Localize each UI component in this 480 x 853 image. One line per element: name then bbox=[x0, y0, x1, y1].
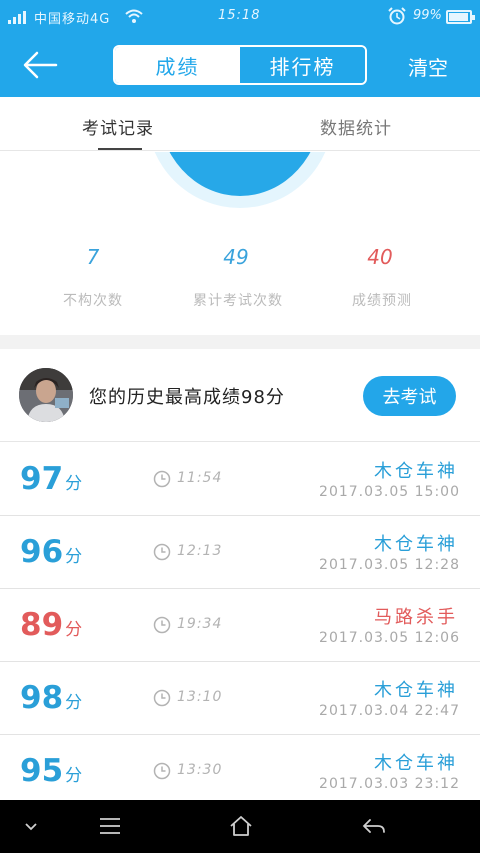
stat-value-predicted-score: 40 bbox=[367, 245, 393, 269]
score-value: 97 bbox=[20, 461, 64, 497]
header-segment-control: 成绩 排行榜 bbox=[113, 45, 367, 85]
record-score: 95 分 bbox=[20, 753, 82, 789]
record-duration: 11:54 bbox=[177, 470, 223, 486]
best-score-row: 您的历史最高成绩98分 去考试 bbox=[0, 349, 480, 442]
clock-time: 15:18 bbox=[218, 8, 261, 23]
clock-icon bbox=[153, 470, 171, 488]
tab-exam-records[interactable]: 考试记录 bbox=[82, 114, 154, 139]
wifi-icon bbox=[125, 9, 143, 23]
record-score: 98 分 bbox=[20, 680, 82, 716]
score-unit: 分 bbox=[65, 620, 83, 640]
battery-percent: 99% bbox=[413, 8, 442, 23]
record-date: 2017.03.05 15:00 bbox=[319, 484, 460, 500]
clear-button[interactable]: 清空 bbox=[408, 52, 448, 81]
tab-score[interactable]: 成绩 bbox=[115, 47, 240, 83]
record-title: 木仓车神 bbox=[374, 534, 458, 555]
record-score: 97 分 bbox=[20, 461, 82, 497]
best-score-text: 您的历史最高成绩98分 bbox=[89, 387, 285, 408]
score-unit: 分 bbox=[65, 547, 83, 567]
chevron-down-icon[interactable] bbox=[18, 814, 44, 838]
section-divider bbox=[0, 335, 480, 349]
record-duration: 19:34 bbox=[177, 616, 223, 632]
record-date: 2017.03.05 12:06 bbox=[319, 630, 460, 646]
status-bar: 中国移动4G 15:18 99% bbox=[0, 0, 480, 34]
list-item[interactable]: 95 分 13:30 木仓车神 2017.03.03 23:12 bbox=[0, 735, 480, 800]
record-title: 木仓车神 bbox=[374, 461, 458, 482]
score-unit: 分 bbox=[65, 693, 83, 713]
record-title: 木仓车神 bbox=[374, 753, 458, 774]
stat-label-total-exams: 累计考试次数 bbox=[193, 293, 283, 309]
system-nav-bar bbox=[0, 800, 480, 853]
alarm-icon bbox=[388, 7, 406, 25]
score-value: 98 bbox=[20, 680, 64, 716]
clock-icon bbox=[153, 543, 171, 561]
back-icon[interactable] bbox=[361, 814, 387, 838]
clock-icon bbox=[153, 616, 171, 634]
clock-icon bbox=[153, 689, 171, 707]
menu-icon[interactable] bbox=[97, 814, 123, 838]
stats-panel: 7 49 40 不构次数 累计考试次数 成绩预测 bbox=[0, 152, 480, 335]
list-item[interactable]: 89 分 19:34 马路杀手 2017.03.05 12:06 bbox=[0, 589, 480, 662]
list-item[interactable]: 98 分 13:10 木仓车神 2017.03.04 22:47 bbox=[0, 662, 480, 735]
stat-value-fail-count: 7 bbox=[86, 245, 100, 269]
score-value: 89 bbox=[20, 607, 64, 643]
score-value: 95 bbox=[20, 753, 64, 789]
back-arrow-icon[interactable] bbox=[22, 50, 58, 80]
record-duration: 13:30 bbox=[177, 762, 223, 778]
stat-label-fail-count: 不构次数 bbox=[63, 293, 123, 309]
record-score: 96 分 bbox=[20, 534, 82, 570]
app-header: 成绩 排行榜 清空 bbox=[0, 34, 480, 97]
record-title: 木仓车神 bbox=[374, 680, 458, 701]
tab-leaderboard[interactable]: 排行榜 bbox=[240, 47, 365, 83]
score-unit: 分 bbox=[65, 474, 83, 494]
record-duration: 13:10 bbox=[177, 689, 223, 705]
record-title: 马路杀手 bbox=[374, 607, 458, 628]
home-icon[interactable] bbox=[228, 814, 254, 838]
carrier-label: 中国移动4G bbox=[34, 12, 111, 27]
active-tab-indicator bbox=[98, 148, 142, 150]
list-item[interactable]: 97 分 11:54 木仓车神 2017.03.05 15:00 bbox=[0, 443, 480, 516]
go-exam-button[interactable]: 去考试 bbox=[363, 376, 456, 416]
sub-tabs: 考试记录 数据统计 bbox=[0, 97, 480, 151]
record-duration: 12:13 bbox=[177, 543, 223, 559]
exam-record-list: 97 分 11:54 木仓车神 2017.03.05 15:00 96 分 12:1… bbox=[0, 443, 480, 800]
clock-icon bbox=[153, 762, 171, 780]
record-date: 2017.03.04 22:47 bbox=[319, 703, 460, 719]
record-date: 2017.03.05 12:28 bbox=[319, 557, 460, 573]
stat-value-total-exams: 49 bbox=[223, 245, 249, 269]
list-item[interactable]: 96 分 12:13 木仓车神 2017.03.05 12:28 bbox=[0, 516, 480, 589]
avatar bbox=[19, 368, 73, 422]
score-unit: 分 bbox=[65, 766, 83, 786]
record-score: 89 分 bbox=[20, 607, 82, 643]
battery-icon bbox=[446, 10, 475, 24]
stat-label-predicted-score: 成绩预测 bbox=[352, 293, 412, 309]
signal-icon bbox=[8, 10, 28, 24]
tab-data-stats[interactable]: 数据统计 bbox=[320, 114, 392, 139]
record-date: 2017.03.03 23:12 bbox=[319, 776, 460, 792]
score-value: 96 bbox=[20, 534, 64, 570]
